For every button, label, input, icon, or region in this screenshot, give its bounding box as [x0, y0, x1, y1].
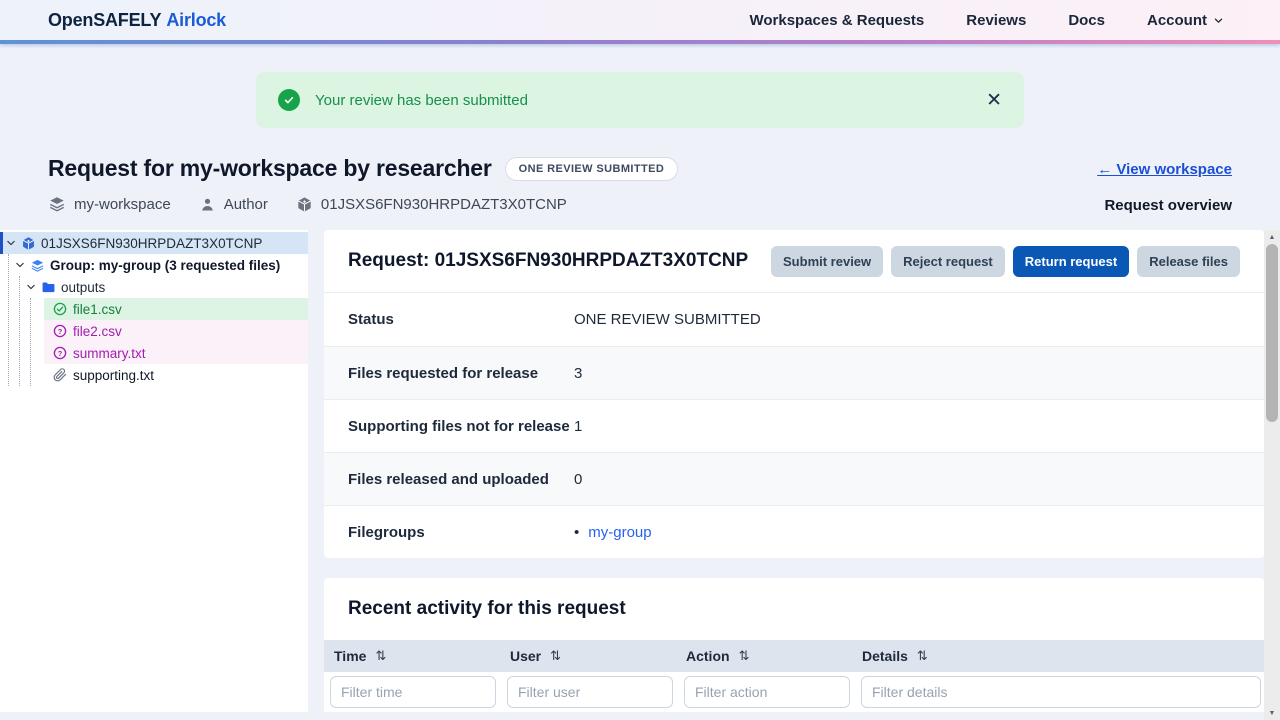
bullet: •	[574, 523, 580, 541]
svg-text:?: ?	[58, 327, 63, 336]
column-header-time[interactable]: Time ⇅	[324, 648, 500, 664]
layers-icon	[48, 195, 66, 213]
submit-review-button[interactable]: Submit review	[771, 245, 884, 277]
page-title: Request for my-workspace by researcher	[48, 155, 492, 181]
filegroup-link[interactable]: my-group	[588, 524, 651, 541]
tree-item-summary[interactable]: ? summary.txt	[44, 342, 308, 364]
filter-user-input[interactable]	[507, 676, 673, 708]
success-alert: Your review has been submitted ✕	[256, 72, 1024, 128]
main-scrollbar[interactable]: ▲ ▼	[1264, 230, 1280, 720]
top-navbar: OpenSAFELY Airlock Workspaces & Requests …	[0, 0, 1280, 44]
brand-product: Airlock	[166, 9, 226, 30]
column-header-user[interactable]: User ⇅	[500, 648, 676, 664]
cube-icon	[21, 236, 36, 251]
recent-activity-card: Recent activity for this request Time ⇅ …	[324, 578, 1264, 712]
column-header-details[interactable]: Details ⇅	[852, 648, 1264, 664]
activity-filter-row	[324, 672, 1264, 712]
request-meta: my-workspace Author 01JSXS6FN930HRPDAZT3…	[48, 195, 567, 213]
request-card-header: Request: 01JSXS6FN930HRPDAZT3X0TCNP Subm…	[324, 230, 1264, 293]
filter-time-input[interactable]	[330, 676, 496, 708]
nav-docs[interactable]: Docs	[1068, 12, 1105, 29]
tree-item-request-root[interactable]: 01JSXS6FN930HRPDAZT3X0TCNP	[0, 232, 308, 254]
file-approved-icon	[53, 302, 67, 316]
svg-text:?: ?	[58, 349, 63, 358]
scrollbar-up-arrow[interactable]: ▲	[1264, 230, 1280, 244]
brand-name: OpenSAFELY	[48, 9, 162, 30]
cube-icon	[296, 196, 313, 213]
chevron-down-icon[interactable]	[26, 282, 36, 292]
alert-message: Your review has been submitted	[315, 91, 528, 109]
success-check-icon	[278, 89, 300, 111]
nav-reviews[interactable]: Reviews	[966, 12, 1026, 29]
user-icon	[199, 196, 216, 213]
nav-menu: Workspaces & Requests Reviews Docs Accou…	[749, 12, 1224, 29]
request-detail-card: Request: 01JSXS6FN930HRPDAZT3X0TCNP Subm…	[324, 230, 1264, 558]
file-tree: 01JSXS6FN930HRPDAZT3X0TCNP Group: my-gro…	[0, 230, 308, 712]
status-badge: ONE REVIEW SUBMITTED	[504, 156, 679, 181]
tree-item-outputs-folder[interactable]: outputs	[0, 276, 308, 298]
sort-icon[interactable]: ⇅	[739, 648, 750, 664]
request-card-title: Request: 01JSXS6FN930HRPDAZT3X0TCNP	[348, 250, 749, 271]
activity-table-header: Time ⇅ User ⇅ Action ⇅ Details ⇅	[324, 640, 1264, 672]
paperclip-icon	[53, 368, 67, 382]
meta-request-id: 01JSXS6FN930HRPDAZT3X0TCNP	[296, 196, 567, 213]
sort-icon[interactable]: ⇅	[550, 648, 561, 664]
tree-indent-guide	[30, 298, 31, 386]
detail-row-status: Status ONE REVIEW SUBMITTED	[348, 311, 761, 328]
layers-icon	[30, 258, 45, 273]
nav-account[interactable]: Account	[1147, 12, 1224, 29]
release-files-button[interactable]: Release files	[1137, 245, 1240, 277]
file-undecided-icon: ?	[53, 346, 67, 360]
tree-item-group[interactable]: Group: my-group (3 requested files)	[0, 254, 308, 276]
file-undecided-icon: ?	[53, 324, 67, 338]
tree-item-file1[interactable]: file1.csv	[44, 298, 308, 320]
request-actions: Submit review Reject request Return requ…	[771, 245, 1240, 277]
reject-request-button[interactable]: Reject request	[891, 245, 1005, 277]
view-workspace-link[interactable]: ← View workspace	[1097, 161, 1232, 178]
airlock-app: OpenSAFELY Airlock Workspaces & Requests …	[0, 0, 1280, 720]
column-header-action[interactable]: Action ⇅	[676, 648, 852, 664]
filter-action-input[interactable]	[684, 676, 850, 708]
chevron-down-icon[interactable]	[15, 260, 25, 270]
request-overview-label: Request overview	[1104, 197, 1232, 214]
meta-workspace: my-workspace	[48, 195, 171, 213]
return-request-button[interactable]: Return request	[1012, 245, 1130, 277]
detail-row-supporting-files: Supporting files not for release 1	[324, 399, 1264, 452]
scrollbar-thumb[interactable]	[1266, 244, 1278, 422]
folder-icon	[41, 280, 56, 295]
brand-logo[interactable]: OpenSAFELY Airlock	[48, 10, 226, 31]
detail-row-filegroups: Filegroups • my-group	[324, 505, 1264, 558]
meta-author: Author	[199, 196, 268, 213]
detail-row-files-released: Files released and uploaded 0	[324, 452, 1264, 505]
sort-icon[interactable]: ⇅	[375, 648, 386, 664]
sort-icon[interactable]: ⇅	[917, 648, 928, 664]
detail-row-files-requested: Files requested for release 3	[324, 346, 1264, 399]
page-heading: Request for my-workspace by researcher O…	[48, 155, 679, 182]
chevron-down-icon	[1213, 15, 1224, 26]
alert-close-button[interactable]: ✕	[986, 91, 1002, 110]
nav-workspaces-requests[interactable]: Workspaces & Requests	[749, 12, 924, 29]
tree-item-supporting[interactable]: supporting.txt	[44, 364, 308, 386]
chevron-down-icon[interactable]	[6, 238, 16, 248]
tree-item-file2[interactable]: ? file2.csv	[44, 320, 308, 342]
recent-activity-title: Recent activity for this request	[348, 598, 626, 619]
scrollbar-down-arrow[interactable]: ▼	[1264, 706, 1280, 720]
filter-details-input[interactable]	[861, 676, 1261, 708]
